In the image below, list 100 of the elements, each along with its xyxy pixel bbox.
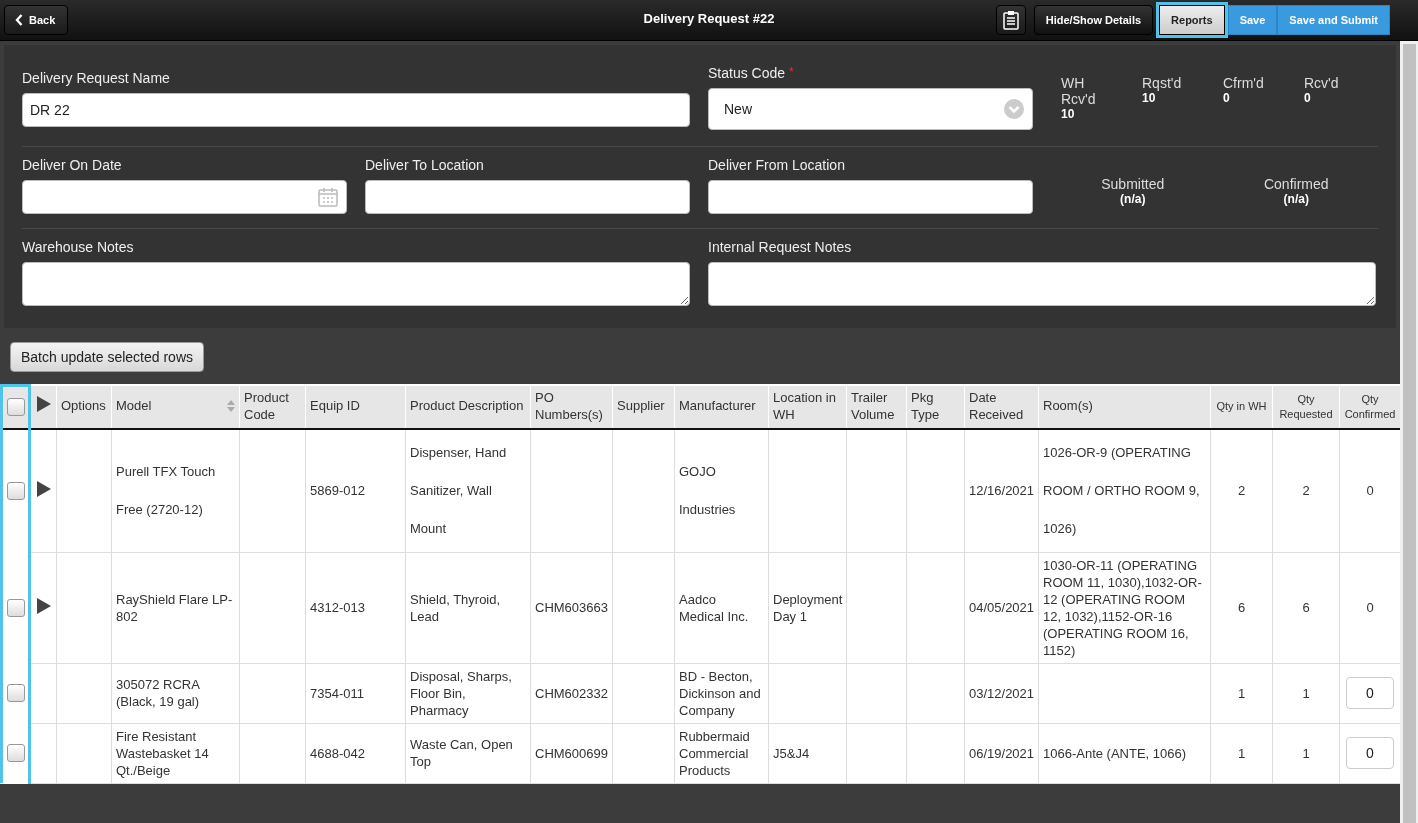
table-cell: 1030-OR-11 (OPERATING ROOM 11, 1030),1032-OR-12 (OPERATING ROOM 12, 1032),1152-OR-16 (OPERATING ROOM 16, 1152) [1043, 557, 1202, 658]
column-header: Qty in WH [1216, 399, 1267, 414]
qty-input-field[interactable]: 0 [1346, 677, 1394, 709]
location-input-field[interactable] [708, 180, 1033, 214]
table-cell: 03/12/2021 [969, 685, 1035, 701]
reports-button[interactable]: Reports [1159, 5, 1225, 35]
table-cell: Waste Can, Open Top [410, 737, 513, 769]
table-cell: 5869-012 [310, 482, 365, 498]
row-checkbox[interactable] [6, 684, 25, 702]
expand-arrow-icon[interactable] [35, 596, 52, 615]
field-label: Status Code * [708, 65, 795, 81]
scrollbar[interactable] [1400, 41, 1418, 823]
table-cell: 1026-OR-9 (OPERATING ROOM / ORTHO ROOM 9, 1026) [1043, 444, 1200, 536]
table-cell: J5&J4 [773, 745, 810, 761]
details-toggle-button[interactable]: Hide/Show Details [1033, 5, 1154, 35]
column-header: Trailer Volume [851, 389, 896, 424]
field-label: Warehouse Notes [22, 239, 135, 255]
date-label: Confirmed [1263, 175, 1329, 192]
table-cell: 06/19/2021 [969, 745, 1035, 761]
column-header: Supplier [617, 398, 665, 415]
column-header: Product Code [244, 389, 290, 424]
qty-input-field[interactable]: 0 [1346, 737, 1394, 769]
back-button[interactable]: Back [4, 5, 69, 35]
table-cell: 1066-Ante (ANTE, 1066) [1043, 745, 1187, 761]
table-cell: Aadco Medical Inc. [679, 591, 749, 624]
table-cell: 1 [1302, 745, 1310, 761]
table-cell: CHM602332 [535, 685, 608, 701]
field-label: Deliver To Location [365, 157, 485, 173]
table-cell: 305072 RCRA (Black, 19 gal) [116, 677, 200, 709]
stat-label: Cfrm'd [1223, 75, 1265, 91]
chevron-left-icon [15, 14, 23, 26]
table-cell: 6 [1302, 600, 1310, 615]
table-cell: Shield, Thyroid, Lead [410, 591, 501, 624]
location-input-field[interactable] [365, 180, 690, 214]
table-cell: 0 [1366, 600, 1374, 615]
stat-label: Rqst'd [1142, 75, 1183, 91]
table-cell: Rubbermaid Commercial Products [679, 728, 750, 778]
date-value: (n/a) [1283, 191, 1309, 206]
column-header: Manufacturer [679, 398, 756, 415]
stat-label: WH Rcv'd [1061, 75, 1097, 107]
table-cell: Purell TFX Touch Free (2720-12) [116, 463, 216, 517]
stat-value: 0 [1304, 91, 1312, 105]
sort-icon[interactable] [227, 399, 235, 414]
chevron-down-icon [1004, 99, 1024, 119]
name-input-field[interactable]: DR 22 [22, 93, 690, 127]
status-select[interactable]: New [708, 88, 1033, 130]
stat-value: 10 [1142, 91, 1157, 105]
table-cell: 7354-011 [310, 685, 364, 701]
table-cell: 12/16/2021 [969, 482, 1035, 498]
field-label: Deliver From Location [708, 157, 846, 173]
column-header: Room(s) [1043, 398, 1093, 415]
notes-text-area[interactable] [22, 262, 690, 306]
table-cell: 1 [1237, 745, 1246, 761]
calendar-icon [318, 187, 338, 207]
notes-text-area[interactable] [708, 262, 1376, 306]
table-cell: Disposal, Sharps, Floor Bin, Pharmacy [410, 668, 512, 718]
page-title: Delivery Request #22 [643, 11, 775, 26]
expand-arrow-icon[interactable] [35, 479, 52, 498]
column-header: Equip ID [310, 398, 360, 415]
date-label: Submitted [1101, 175, 1165, 192]
column-header: Qty Requested [1278, 392, 1334, 421]
batch-update-button[interactable]: Batch update selected rows [10, 342, 204, 372]
clipboard-icon [1002, 10, 1019, 30]
table-cell: 6 [1237, 600, 1246, 615]
column-header: Pkg Type [911, 389, 941, 424]
table-cell: 4312-013 [310, 600, 365, 615]
field-label: Internal Request Notes [708, 239, 853, 255]
stat-label: Rcv'd [1304, 75, 1340, 91]
stat-value: 10 [1061, 107, 1076, 121]
column-header[interactable]: Model [116, 398, 152, 415]
stat-value: 0 [1223, 91, 1231, 105]
column-header: Qty Confirmed [1344, 392, 1396, 421]
column-header: Location in WH [773, 389, 837, 424]
column-header: Product Description [410, 398, 524, 415]
table-cell: 04/05/2021 [969, 600, 1035, 615]
table-cell: 0 [1366, 483, 1374, 498]
table-cell: 2 [1302, 482, 1310, 498]
expand-arrow-icon[interactable] [36, 395, 52, 414]
table-cell: RayShield Flare LP-802 [116, 591, 233, 624]
table-cell: 4688-042 [310, 745, 365, 761]
row-checkbox[interactable] [6, 744, 25, 762]
table-cell: BD - Becton, Dickinson and Company [679, 668, 761, 718]
row-checkbox[interactable] [6, 481, 25, 500]
select-all-checkbox[interactable] [6, 398, 25, 417]
column-header: Date Received [969, 389, 1025, 424]
required-mark: * [789, 65, 794, 81]
clipboard-button[interactable] [995, 5, 1026, 35]
row-checkbox[interactable] [6, 598, 25, 617]
table-cell: 1 [1237, 685, 1246, 701]
table-cell: Deployment Day 1 [773, 591, 843, 624]
table-cell: Dispenser, Hand Sanitizer, Wall Mount [410, 444, 507, 536]
table-cell: Fire Resistant Wastebasket 14 Qt./Beige [116, 728, 209, 778]
date-input-field[interactable] [22, 180, 347, 214]
table-cell: GOJO Industries [679, 463, 736, 517]
table-cell: 1 [1302, 685, 1310, 701]
field-label: Delivery Request Name [22, 70, 171, 86]
field-label: Deliver On Date [22, 157, 123, 173]
column-header: PO Numbers(s) [535, 389, 604, 424]
column-header: Options [61, 398, 106, 415]
table-cell: CHM603663 [535, 600, 608, 615]
